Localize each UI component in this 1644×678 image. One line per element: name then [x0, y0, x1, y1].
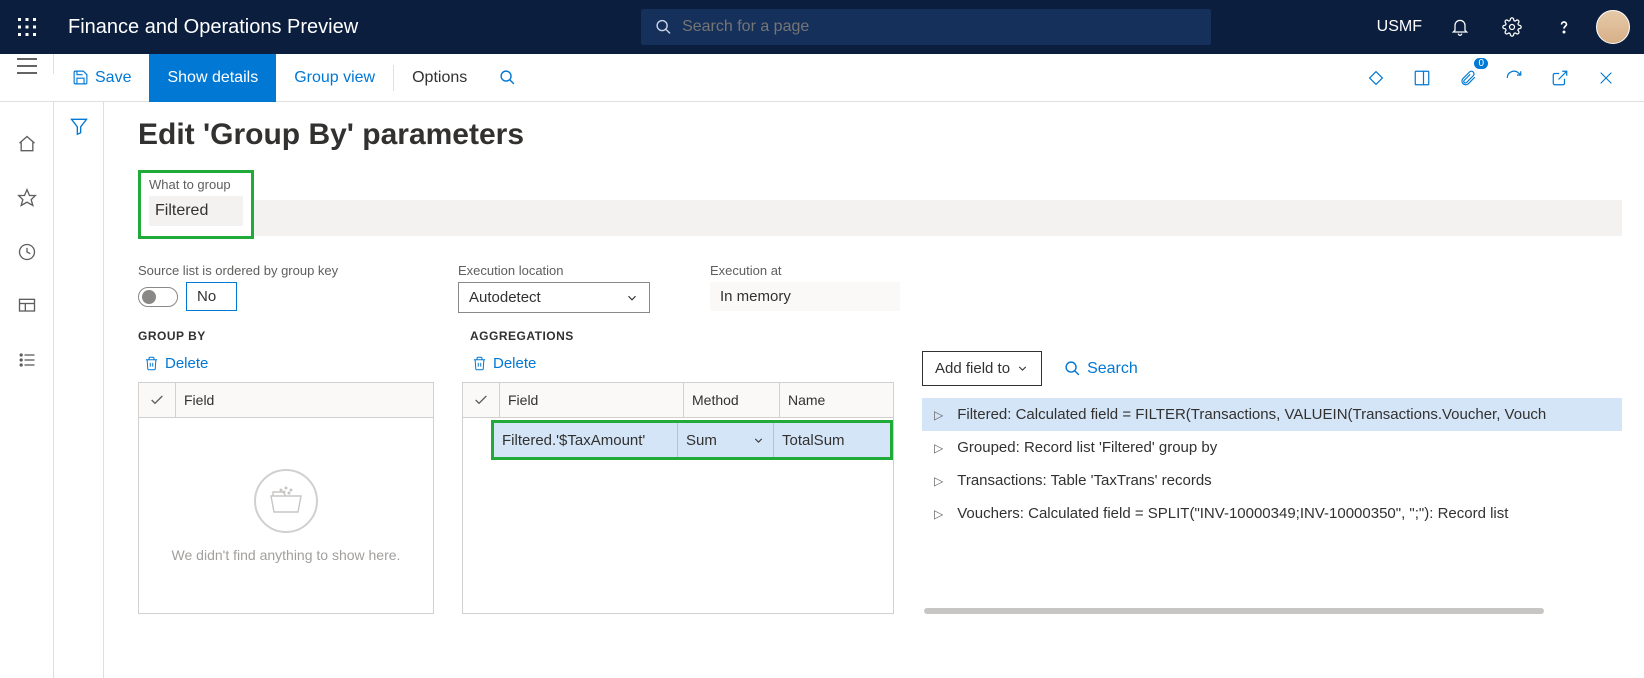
- diamond-icon[interactable]: [1358, 60, 1394, 96]
- user-avatar[interactable]: [1596, 10, 1630, 44]
- refresh-icon[interactable]: [1496, 60, 1532, 96]
- agg-row-field[interactable]: Filtered.'$TaxAmount': [494, 423, 678, 457]
- exec-at-value: In memory: [710, 282, 900, 311]
- agg-col-method[interactable]: Method: [683, 383, 779, 417]
- main-content: Edit 'Group By' parameters What to group…: [104, 102, 1644, 678]
- clock-icon[interactable]: [7, 232, 47, 272]
- waffle-icon[interactable]: [0, 18, 54, 36]
- what-to-group-bg: [254, 200, 1622, 236]
- tree-item-label: Grouped: Record list 'Filtered' group by: [957, 439, 1217, 456]
- gear-icon[interactable]: [1492, 7, 1532, 47]
- hamburger-icon[interactable]: [0, 54, 54, 74]
- tree-item[interactable]: ▷ Filtered: Calculated field = FILTER(Tr…: [922, 398, 1622, 431]
- filter-icon[interactable]: [69, 116, 89, 678]
- help-icon[interactable]: [1544, 7, 1584, 47]
- exec-loc-label: Execution location: [458, 263, 650, 278]
- tree-caret-icon: ▷: [934, 441, 943, 455]
- groupby-delete-button[interactable]: Delete: [144, 355, 434, 372]
- workspace-icon[interactable]: [7, 286, 47, 326]
- tree-panel: Add field to Search ▷ Filtered: Calculat…: [922, 329, 1622, 614]
- tree-scrollbar[interactable]: [924, 608, 1544, 614]
- exec-at-label: Execution at: [710, 263, 900, 278]
- top-navbar: Finance and Operations Preview USMF: [0, 0, 1644, 54]
- app-title: Finance and Operations Preview: [54, 16, 358, 39]
- home-icon[interactable]: [7, 124, 47, 164]
- exec-loc-select[interactable]: Autodetect: [458, 282, 650, 313]
- empty-folder-icon: [254, 469, 318, 533]
- attachments-button[interactable]: 0: [1450, 60, 1486, 96]
- groupby-title: GROUP BY: [138, 329, 434, 343]
- ordered-label: Source list is ordered by group key: [138, 263, 398, 278]
- groupby-check-header[interactable]: [139, 392, 175, 408]
- groupby-panel: GROUP BY Delete Field We: [138, 329, 434, 614]
- add-field-label: Add field to: [935, 360, 1010, 377]
- aggregations-title: AGGREGATIONS: [462, 329, 894, 343]
- modules-icon[interactable]: [7, 340, 47, 380]
- task-pane-icon[interactable]: [1404, 60, 1440, 96]
- bell-icon[interactable]: [1440, 7, 1480, 47]
- save-label: Save: [95, 69, 131, 87]
- ordered-toggle[interactable]: [138, 287, 178, 307]
- options-button[interactable]: Options: [394, 54, 485, 102]
- tree-item[interactable]: ▷ Vouchers: Calculated field = SPLIT("IN…: [922, 497, 1622, 530]
- groupby-grid-body: We didn't find anything to show here.: [138, 418, 434, 614]
- add-field-button[interactable]: Add field to: [922, 351, 1042, 386]
- company-code[interactable]: USMF: [1377, 18, 1428, 36]
- aggregations-delete-button[interactable]: Delete: [472, 355, 894, 372]
- tree-search-button[interactable]: Search: [1064, 360, 1138, 378]
- tree-item-label: Transactions: Table 'TaxTrans' records: [957, 472, 1211, 489]
- exec-loc-value: Autodetect: [469, 289, 541, 306]
- page-title: Edit 'Group By' parameters: [138, 118, 1622, 152]
- tree-caret-icon: ▷: [934, 474, 943, 488]
- close-icon[interactable]: [1588, 60, 1624, 96]
- agg-row-name[interactable]: TotalSum: [774, 423, 890, 457]
- chevron-down-icon: [1016, 362, 1029, 375]
- show-details-label: Show details: [167, 69, 258, 87]
- tree-item[interactable]: ▷ Grouped: Record list 'Filtered' group …: [922, 431, 1622, 464]
- tree-caret-icon: ▷: [934, 507, 943, 521]
- show-details-button[interactable]: Show details: [149, 54, 276, 102]
- tree-item[interactable]: ▷ Transactions: Table 'TaxTrans' records: [922, 464, 1622, 497]
- what-to-group-value[interactable]: Filtered: [149, 196, 243, 226]
- aggregations-panel: AGGREGATIONS Delete Field Method Name: [462, 329, 894, 614]
- save-button[interactable]: Save: [54, 54, 149, 102]
- aggregations-delete-label: Delete: [493, 355, 536, 372]
- group-view-button[interactable]: Group view: [276, 54, 393, 102]
- chevron-down-icon: [752, 434, 765, 447]
- groupby-col-field[interactable]: Field: [175, 383, 433, 417]
- tree-item-label: Vouchers: Calculated field = SPLIT("INV-…: [957, 505, 1508, 522]
- group-view-label: Group view: [294, 69, 375, 87]
- aggregations-grid-body: Filtered.'$TaxAmount' Sum TotalSum: [462, 418, 894, 614]
- filter-column: [54, 102, 104, 678]
- action-bar: Save Show details Group view Options 0: [0, 54, 1644, 102]
- ordered-value[interactable]: No: [186, 282, 237, 311]
- agg-col-name[interactable]: Name: [779, 383, 893, 417]
- tree-list: ▷ Filtered: Calculated field = FILTER(Tr…: [922, 398, 1622, 530]
- groupby-delete-label: Delete: [165, 355, 208, 372]
- tree-search-label: Search: [1087, 360, 1138, 378]
- attachments-count: 0: [1474, 58, 1488, 69]
- groupby-empty-text: We didn't find anything to show here.: [172, 547, 401, 563]
- agg-row-highlighted[interactable]: Filtered.'$TaxAmount' Sum TotalSum: [491, 420, 893, 460]
- left-rail: [0, 102, 54, 678]
- agg-check-header[interactable]: [463, 392, 499, 408]
- aggregations-grid-header: Field Method Name: [462, 382, 894, 418]
- tree-item-label: Filtered: Calculated field = FILTER(Tran…: [957, 406, 1546, 423]
- agg-row-method[interactable]: Sum: [678, 423, 774, 457]
- popout-icon[interactable]: [1542, 60, 1578, 96]
- star-icon[interactable]: [7, 178, 47, 218]
- global-search-input[interactable]: [682, 18, 1197, 36]
- global-search[interactable]: [641, 9, 1211, 45]
- agg-col-field[interactable]: Field: [499, 383, 683, 417]
- options-label: Options: [412, 69, 467, 87]
- action-search-button[interactable]: [485, 54, 530, 102]
- groupby-grid-header: Field: [138, 382, 434, 418]
- tree-caret-icon: ▷: [934, 408, 943, 422]
- what-to-group-label: What to group: [149, 177, 243, 192]
- chevron-down-icon: [625, 291, 639, 305]
- agg-row-method-value: Sum: [686, 432, 717, 449]
- what-to-group-field: What to group Filtered: [138, 170, 254, 239]
